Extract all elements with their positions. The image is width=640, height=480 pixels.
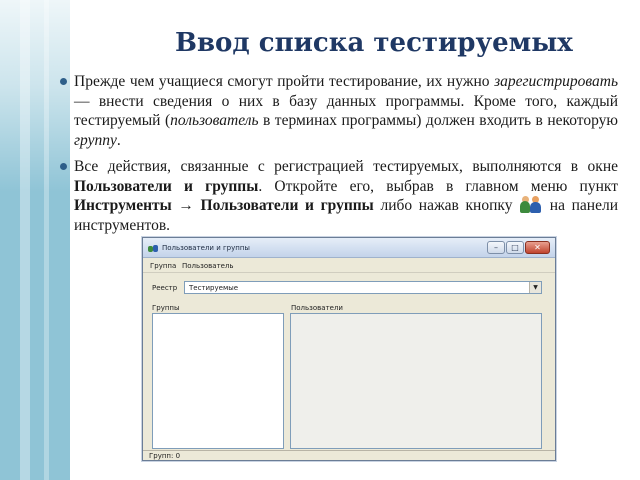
bullet-window: Все действия, связанные с регистрацией т… (60, 157, 618, 235)
users-group-icon (148, 243, 158, 252)
side-band-stripe (44, 0, 49, 480)
status-text: Групп: 0 (149, 452, 181, 460)
close-button[interactable]: ✕ (525, 241, 550, 254)
bullet-text: Прежде чем учащиеся смогут пройти тестир… (74, 73, 495, 90)
menu-user[interactable]: Пользователь (182, 262, 234, 270)
window-titlebar[interactable]: Пользователи и группы – □ ✕ (143, 238, 555, 258)
menu-bar: Группа Пользователь (143, 259, 555, 273)
side-band-stripe (20, 0, 30, 480)
users-groups-window: Пользователи и группы – □ ✕ Группа Польз… (142, 237, 556, 461)
minimize-button[interactable]: – (487, 241, 505, 254)
groups-label: Группы (152, 304, 180, 312)
chevron-down-icon[interactable]: ▼ (529, 282, 541, 293)
term-register: зарегистрировать (494, 73, 618, 90)
maximize-button[interactable]: □ (506, 241, 524, 254)
registry-label: Реестр (152, 284, 178, 292)
users-list[interactable] (290, 313, 542, 449)
users-label: Пользователи (291, 304, 343, 312)
term-user: пользователь (170, 112, 259, 129)
menu-path: Инструменты → Пользователи и группы (74, 197, 374, 214)
window-name: Пользователи и группы (74, 177, 259, 195)
groups-list[interactable] (152, 313, 284, 449)
bullet-text: . (116, 131, 121, 149)
bullet-text: в терминах программы) должен входить в н… (258, 112, 618, 129)
slide-content: Прежде чем учащиеся смогут пройти тестир… (60, 72, 618, 242)
menu-group[interactable]: Группа (150, 262, 176, 270)
window-title: Пользователи и группы (162, 244, 250, 252)
status-bar: Групп: 0 (143, 450, 555, 460)
term-group: группу (74, 131, 117, 149)
bullet-registration: Прежде чем учащиеся смогут пройти тестир… (60, 72, 618, 150)
bullet-text: либо нажав кнопку (373, 197, 520, 214)
bullet-text: Все действия, связанные с регистрацией т… (74, 158, 618, 175)
users-group-icon (519, 196, 543, 213)
slide-title: Ввод списка тестируемых (175, 28, 573, 58)
registry-select[interactable]: Тестируемые ▼ (184, 281, 542, 294)
registry-value: Тестируемые (189, 284, 239, 292)
bullet-text: . Откройте его, выбрав в главном меню пу… (258, 177, 619, 195)
